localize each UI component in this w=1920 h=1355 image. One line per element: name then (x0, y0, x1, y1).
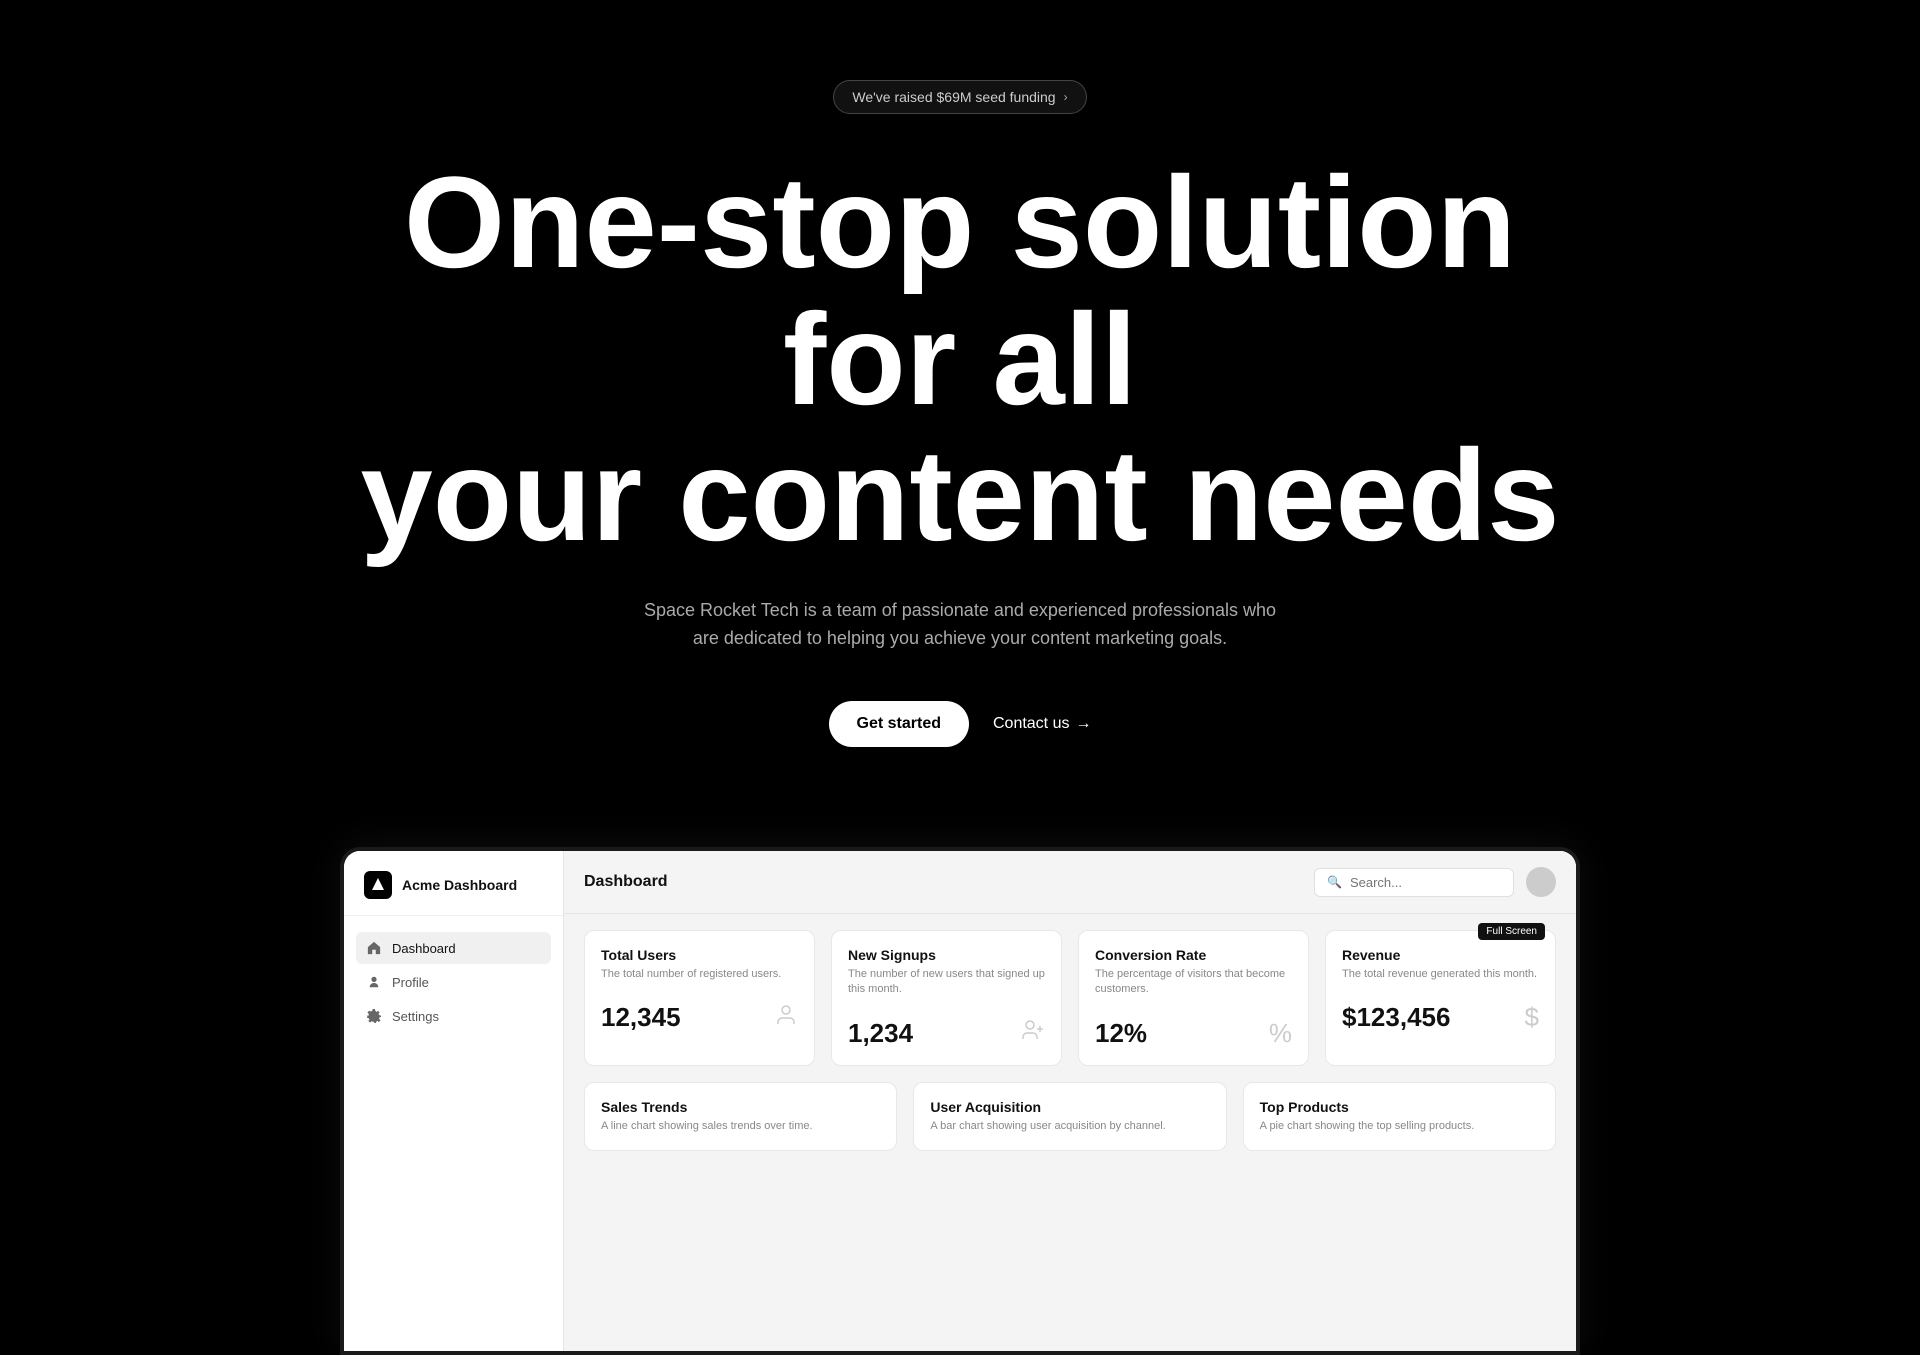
hero-subtitle: Space Rocket Tech is a team of passionat… (630, 596, 1290, 654)
stat-card-new-signups: New Signups The number of new users that… (831, 930, 1062, 1066)
funding-badge-text: We've raised $69M seed funding (852, 89, 1055, 105)
stats-grid: Total Users The total number of register… (564, 914, 1576, 1082)
dashboard-device: Acme Dashboard Dashboard (340, 847, 1580, 1355)
stat-label-total-users: Total Users (601, 947, 798, 963)
sidebar-item-dashboard-label: Dashboard (392, 941, 456, 956)
hero-title: One-stop solution for all your content n… (360, 154, 1560, 564)
app-layout: Acme Dashboard Dashboard (344, 851, 1576, 1351)
sidebar-logo: Acme Dashboard (344, 851, 563, 916)
stat-desc-revenue: The total revenue generated this month. (1342, 967, 1539, 982)
search-icon: 🔍 (1327, 875, 1342, 889)
dashboard-wrapper: Acme Dashboard Dashboard (0, 807, 1920, 1355)
sidebar-item-settings[interactable]: Settings (356, 1000, 551, 1032)
stat-value-total-users: 12,345 (601, 1002, 681, 1033)
get-started-button[interactable]: Get started (829, 701, 969, 747)
search-input[interactable] (1350, 875, 1501, 890)
stat-label-new-signups: New Signups (848, 947, 1045, 963)
top-products-title: Top Products (1260, 1099, 1539, 1115)
stat-desc-conversion-rate: The percentage of visitors that become c… (1095, 967, 1292, 998)
stat-bottom-total-users: 12,345 (601, 1002, 798, 1033)
sidebar-item-profile[interactable]: Profile (356, 966, 551, 998)
home-icon (366, 940, 382, 956)
chevron-right-icon: › (1064, 90, 1068, 104)
sales-trends-title: Sales Trends (601, 1099, 880, 1115)
main-content: Dashboard 🔍 Total Users (564, 851, 1576, 1351)
main-page-title: Dashboard (584, 873, 668, 891)
sidebar-nav: Dashboard Profile (344, 916, 563, 1048)
bottom-card-sales-trends: Sales Trends A line chart showing sales … (584, 1082, 897, 1151)
percent-icon: % (1269, 1018, 1292, 1049)
stat-label-revenue: Revenue (1342, 947, 1539, 963)
full-screen-badge[interactable]: Full Screen (1478, 923, 1545, 940)
bottom-cards: Sales Trends A line chart showing sales … (564, 1082, 1576, 1167)
logo-svg (370, 877, 386, 893)
main-header: Dashboard 🔍 (564, 851, 1576, 914)
contact-us-button[interactable]: Contact us → (993, 715, 1091, 733)
stat-card-total-users: Total Users The total number of register… (584, 930, 815, 1066)
stat-card-conversion-rate: Conversion Rate The percentage of visito… (1078, 930, 1309, 1066)
sidebar-item-dashboard[interactable]: Dashboard (356, 932, 551, 964)
users-icon (774, 1003, 798, 1033)
stat-value-new-signups: 1,234 (848, 1018, 913, 1049)
sales-trends-desc: A line chart showing sales trends over t… (601, 1119, 880, 1134)
top-products-desc: A pie chart showing the top selling prod… (1260, 1119, 1539, 1134)
stat-value-conversion-rate: 12% (1095, 1018, 1147, 1049)
logo-icon (364, 871, 392, 899)
stat-label-conversion-rate: Conversion Rate (1095, 947, 1292, 963)
person-icon (366, 974, 382, 990)
stat-desc-total-users: The total number of registered users. (601, 967, 798, 982)
sidebar-item-profile-label: Profile (392, 975, 429, 990)
dashboard-inner: Acme Dashboard Dashboard (344, 851, 1576, 1351)
stat-card-revenue: Full Screen Revenue The total revenue ge… (1325, 930, 1556, 1066)
add-user-icon (1021, 1018, 1045, 1048)
stat-bottom-new-signups: 1,234 (848, 1018, 1045, 1049)
stat-bottom-conversion-rate: 12% % (1095, 1018, 1292, 1049)
sidebar: Acme Dashboard Dashboard (344, 851, 564, 1351)
dollar-icon: $ (1525, 1002, 1539, 1033)
funding-badge[interactable]: We've raised $69M seed funding › (833, 80, 1086, 114)
stat-desc-new-signups: The number of new users that signed up t… (848, 967, 1045, 998)
avatar-button[interactable] (1526, 867, 1556, 897)
user-acquisition-desc: A bar chart showing user acquisition by … (930, 1119, 1209, 1134)
stat-value-revenue: $123,456 (1342, 1002, 1450, 1033)
search-bar[interactable]: 🔍 (1314, 868, 1514, 897)
stat-bottom-revenue: $123,456 $ (1342, 1002, 1539, 1033)
sidebar-item-settings-label: Settings (392, 1009, 439, 1024)
bottom-card-top-products: Top Products A pie chart showing the top… (1243, 1082, 1556, 1151)
hero-actions: Get started Contact us → (829, 701, 1092, 747)
sidebar-logo-text: Acme Dashboard (402, 877, 517, 893)
user-acquisition-title: User Acquisition (930, 1099, 1209, 1115)
bottom-card-user-acquisition: User Acquisition A bar chart showing use… (913, 1082, 1226, 1151)
gear-icon (366, 1008, 382, 1024)
header-right: 🔍 (1314, 867, 1556, 897)
hero-section: We've raised $69M seed funding › One-sto… (0, 0, 1920, 807)
